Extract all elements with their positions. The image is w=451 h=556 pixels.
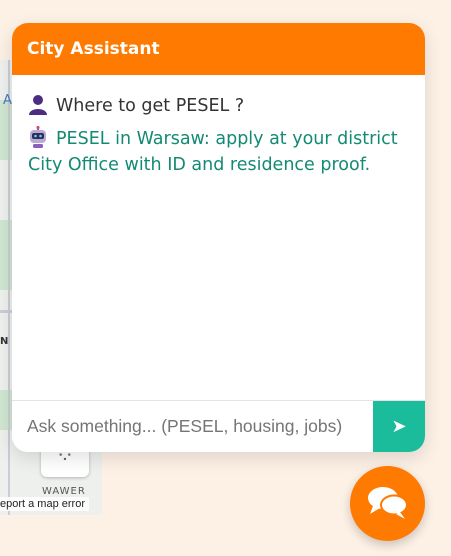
map-district-label: WAWER bbox=[42, 486, 86, 497]
chat-panel: City Assistant Where to get PESEL ? PESE… bbox=[12, 23, 425, 452]
send-arrow-icon: ➤ bbox=[391, 416, 407, 436]
bot-message-text: PESEL in Warsaw: apply at your district … bbox=[28, 129, 398, 175]
report-map-error-link[interactable]: eport a map error bbox=[0, 497, 89, 511]
chat-toggle-button[interactable] bbox=[350, 466, 425, 541]
robot-icon bbox=[28, 125, 48, 148]
chat-input-bar: ➤ bbox=[12, 400, 425, 452]
user-message-text: Where to get PESEL ? bbox=[56, 96, 245, 116]
message-list: Where to get PESEL ? PESEL in Warsaw: ap… bbox=[12, 75, 425, 178]
chat-bubbles-icon bbox=[365, 483, 411, 525]
send-button[interactable]: ➤ bbox=[373, 401, 425, 452]
bot-message: PESEL in Warsaw: apply at your district … bbox=[28, 125, 411, 178]
chat-input[interactable] bbox=[12, 401, 373, 452]
map-label-a: A bbox=[3, 93, 12, 108]
chat-title: City Assistant bbox=[12, 23, 425, 75]
map-label-n: N bbox=[0, 336, 9, 347]
user-icon bbox=[28, 93, 48, 115]
user-message: Where to get PESEL ? bbox=[28, 93, 411, 119]
